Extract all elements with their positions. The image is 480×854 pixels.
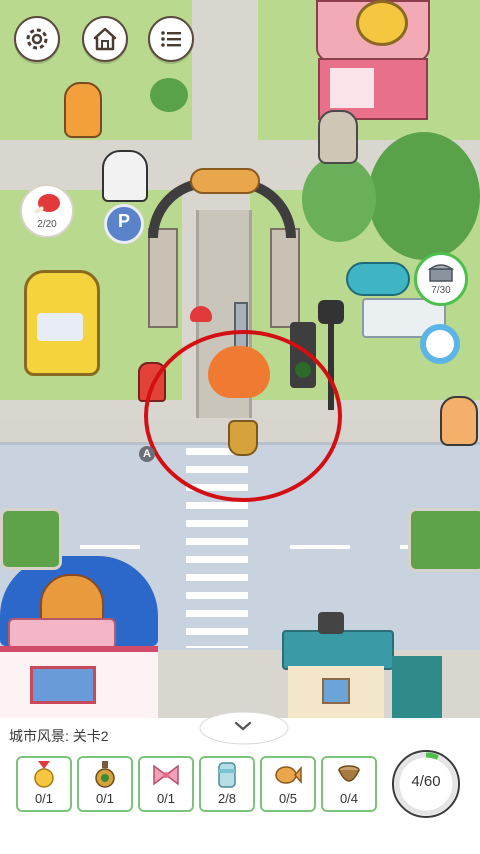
list-menu-icon: [161, 31, 181, 47]
goal-item-count: 0/4: [339, 791, 359, 806]
level-progress-ring: 4/60: [387, 745, 465, 823]
tree-large: [368, 132, 480, 260]
teal-house[interactable]: [282, 612, 442, 718]
highlight-circle: [144, 330, 342, 502]
level-label: 城市风景: 关卡2: [9, 728, 109, 744]
home-icon: [93, 27, 117, 51]
road-lane-line-1: [290, 545, 350, 549]
fish-sculpture: [346, 262, 410, 296]
taiyaki-fish-icon: [275, 765, 302, 785]
home-button[interactable]: [82, 16, 128, 62]
potion-icon: [95, 761, 115, 788]
progress-text: 4/60: [411, 773, 441, 790]
goal-item-count: 0/1: [34, 791, 54, 806]
hedge-right: [408, 508, 480, 572]
goal-item-cup[interactable]: 2/8: [199, 756, 255, 812]
gear-icon: [26, 28, 48, 50]
road-lane-line-3: [80, 545, 140, 549]
meat-icon: [34, 194, 60, 214]
cup-icon: [218, 762, 236, 788]
bow-icon: [153, 764, 179, 786]
goal-item-potion[interactable]: 0/1: [77, 756, 133, 812]
pizza-shop[interactable]: [0, 556, 158, 718]
chevron-down-icon: [234, 721, 252, 731]
cat-calico[interactable]: [440, 396, 478, 446]
meat-counter-badge[interactable]: 2/20: [20, 184, 74, 238]
game-scene[interactable]: P A 2/20 7/30: [0, 0, 480, 718]
map-marker: A: [139, 446, 155, 462]
tree-small: [302, 156, 376, 242]
menu-button[interactable]: [148, 16, 194, 62]
collapse-panel-button[interactable]: [196, 706, 292, 746]
hedge-left: [0, 508, 62, 570]
settings-button[interactable]: [14, 16, 60, 62]
chest-count: 7/30: [431, 285, 451, 296]
goal-item-count: 0/5: [278, 791, 298, 806]
goal-item-taiyaki[interactable]: 0/5: [260, 756, 316, 812]
cat-chef[interactable]: [102, 150, 148, 202]
treasure-chest-icon: [427, 264, 455, 282]
chest-counter-badge[interactable]: 7/30: [414, 252, 468, 306]
goal-item-bow[interactable]: 0/1: [138, 756, 194, 812]
goal-item-count: 0/1: [156, 791, 176, 806]
goals-panel: 城市风景: 关卡2 0/1 0/1 0/1 2/8 0/5 0/4 4/60: [0, 711, 480, 854]
goal-item-count: 0/1: [95, 791, 115, 806]
meat-count: 2/20: [37, 219, 57, 230]
medal-icon: [34, 761, 54, 788]
goal-items-list: 0/1 0/1 0/1 2/8 0/5 0/4: [16, 756, 377, 814]
parking-sign: P: [104, 204, 144, 244]
bowl-icon: [338, 765, 360, 782]
bush-top-left: [150, 78, 188, 112]
cat-orange[interactable]: [64, 82, 102, 138]
cat-ranger[interactable]: [318, 110, 358, 164]
goal-item-count: 2/8: [217, 791, 237, 806]
goal-item-bowl[interactable]: 0/4: [321, 756, 377, 812]
yellow-car[interactable]: [24, 270, 100, 376]
goal-item-medal[interactable]: 0/1: [16, 756, 72, 812]
mushroom: [190, 306, 212, 322]
life-ring-icon: [420, 324, 460, 364]
